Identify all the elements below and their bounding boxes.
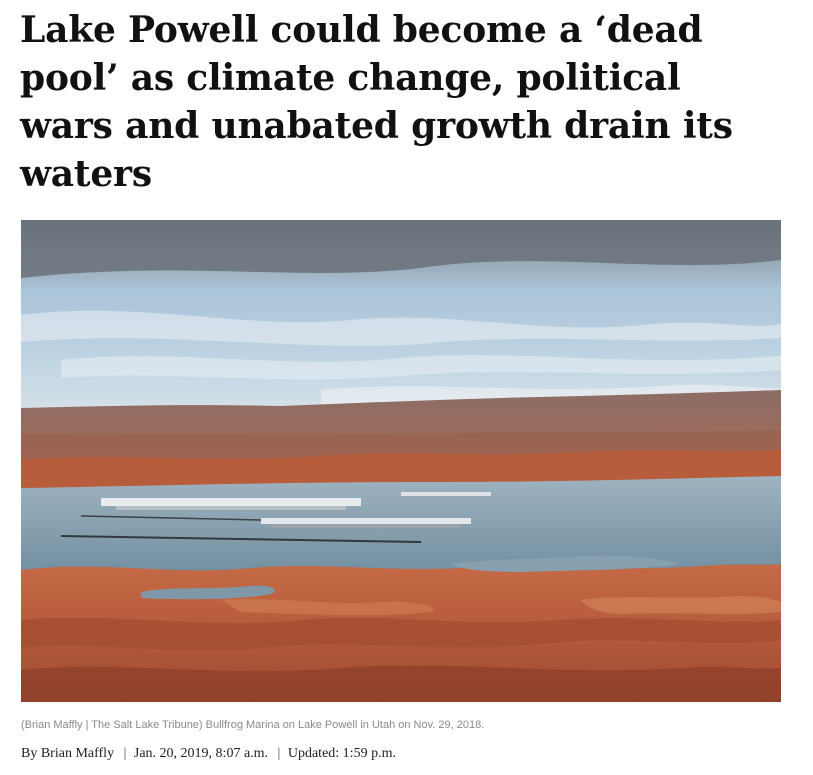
lead-photo[interactable] [21,220,781,702]
byline-separator: | [277,746,281,761]
byline-updated: Updated: 1:59 p.m. [287,746,396,761]
photo-credit: (Brian Maffly | The Salt Lake Tribune) [21,719,203,731]
lake-powell-marina-photo [21,220,781,702]
byline-separator: | [123,746,127,761]
article-headline: Lake Powell could become a ‘dead pool’ a… [20,9,733,195]
byline-author[interactable]: By Brian Maffly [21,746,114,761]
photo-caption: (Brian Maffly | The Salt Lake Tribune) B… [21,718,781,732]
article-byline: By Brian Maffly | Jan. 20, 2019, 8:07 a.… [21,745,781,763]
photo-caption-text: Bullfrog Marina on Lake Powell in Utah o… [205,719,485,731]
byline-date: Jan. 20, 2019, 8:07 a.m. [133,746,269,761]
